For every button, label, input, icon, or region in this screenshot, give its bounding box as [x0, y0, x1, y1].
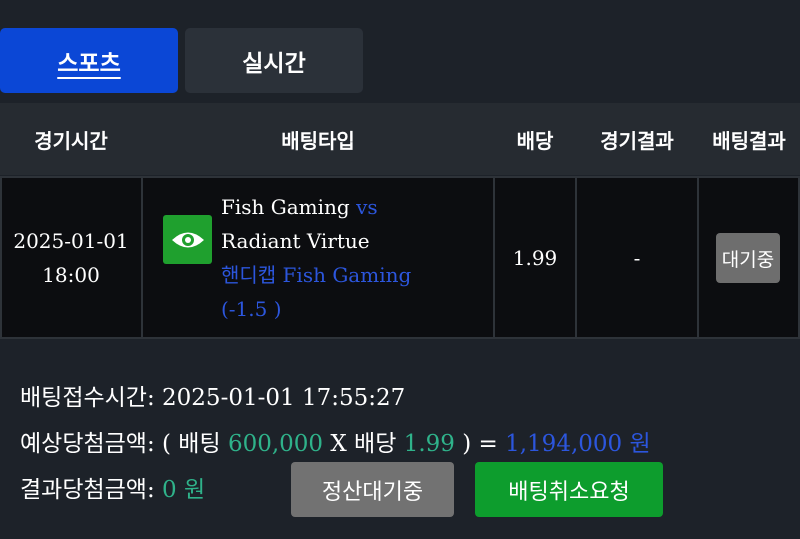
- away-team: Radiant Virtue: [221, 229, 370, 253]
- odds-cell: 1.99: [512, 246, 558, 270]
- settle-wait-button[interactable]: 정산대기중: [291, 462, 454, 517]
- cell-divider: [493, 178, 495, 338]
- odds-value: 1.99: [403, 431, 455, 457]
- header-game-result: 경기결과: [600, 128, 674, 153]
- payout-amount: 1,194,000 원: [505, 431, 651, 457]
- receipt-time-line: 배팅접수시간: 2025-01-01 17:55:27: [20, 378, 405, 412]
- tab-live[interactable]: 실시간: [185, 28, 363, 93]
- result-amount: 0 원: [162, 477, 206, 503]
- vs-label: vs: [356, 195, 378, 219]
- game-time: 18:00: [42, 263, 100, 287]
- cell-divider: [697, 178, 699, 338]
- result-label: 결과당첨금액:: [20, 477, 163, 503]
- row-divider-bottom: [0, 337, 800, 339]
- receipt-label: 배팅접수시간:: [20, 385, 163, 411]
- equals-label: ) =: [454, 431, 506, 457]
- receipt-time: 2025-01-01 17:55:27: [162, 385, 406, 411]
- header-bet-result: 배팅결과: [712, 128, 786, 153]
- game-time-cell: 2025-01-01 18:00: [0, 178, 142, 338]
- stake-amount: 600,000: [227, 431, 324, 457]
- row-divider-top: [0, 176, 800, 178]
- cell-divider: [141, 178, 143, 338]
- expected-label: 예상당첨금액: ( 배팅: [20, 431, 228, 457]
- bet-pick: 핸디캡 Fish Gaming: [221, 263, 412, 287]
- result-payout-line: 결과당첨금액: 0 원: [20, 470, 205, 504]
- game-result-cell: -: [633, 246, 641, 270]
- cell-divider: [0, 178, 2, 338]
- game-date: 2025-01-01: [13, 229, 129, 253]
- expected-payout-line: 예상당첨금액: ( 배팅 600,000 X 배당 1.99 ) = 1,194…: [20, 424, 651, 458]
- cancel-request-button[interactable]: 배팅취소요청: [475, 462, 663, 517]
- header-odds: 배당: [516, 128, 554, 153]
- status-badge: 대기중: [716, 233, 780, 283]
- home-team: Fish Gaming: [221, 195, 350, 219]
- header-game-time: 경기시간: [34, 128, 108, 153]
- tab-sports[interactable]: 스포츠: [0, 28, 178, 93]
- eye-icon[interactable]: [163, 215, 212, 264]
- bet-type-text: Fish Gaming vs Radiant Virtue 핸디캡 Fish G…: [221, 190, 411, 326]
- cell-divider: [575, 178, 577, 338]
- header-bet-type: 배팅타입: [281, 128, 355, 153]
- x-odds-label: X 배당: [323, 431, 404, 457]
- table-header: 경기시간 배팅타입 배당 경기결과 배팅결과: [0, 103, 800, 175]
- handicap-value: (-1.5 ): [221, 297, 282, 321]
